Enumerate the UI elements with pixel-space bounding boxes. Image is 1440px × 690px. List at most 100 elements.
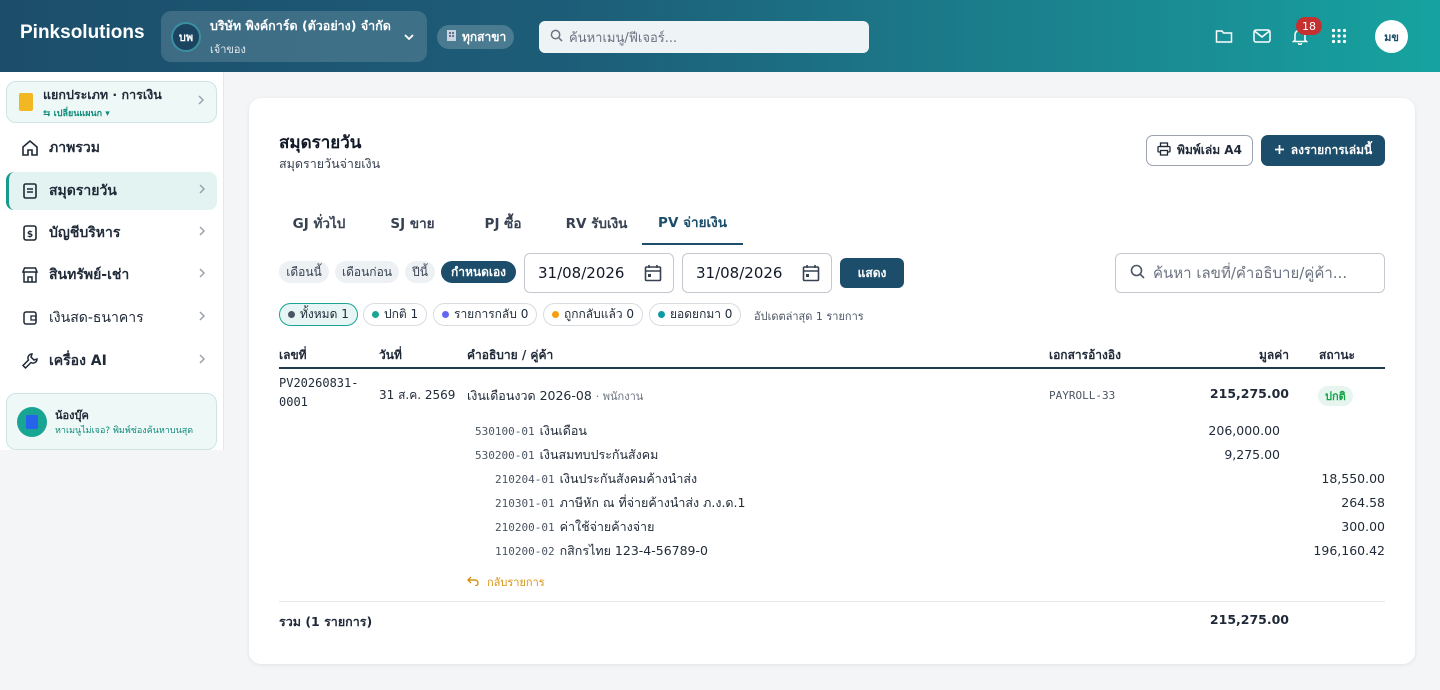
- undo-icon: [467, 576, 479, 589]
- period-chip-this-year[interactable]: ปีนี้: [405, 261, 435, 283]
- period-chip-this-month[interactable]: เดือนนี้: [279, 261, 329, 283]
- revert-label: กลับรายการ: [487, 576, 545, 589]
- row-description: เงินเดือนงวด 2026-08 · พนักงาน: [467, 386, 643, 406]
- department-switcher[interactable]: แยกประเภท · การเงิน ⇆ เปลี่ยนแผนก ▾: [6, 81, 217, 123]
- plus-icon: [1274, 144, 1285, 158]
- sidebar-item-label: สมุดรายวัน: [49, 183, 117, 199]
- apps-grid-icon[interactable]: [1329, 26, 1349, 46]
- company-role: เจ้าของ: [210, 42, 246, 56]
- assistant-helper[interactable]: น้องบุ๊ค หาเมนูไม่เจอ? พิมพ์ช่องค้นหาบนส…: [6, 393, 217, 450]
- print-label: พิมพ์เล่ม A4: [1177, 143, 1242, 157]
- sidebar-item-label: เครื่อง AI: [49, 353, 107, 369]
- date-to-input[interactable]: 31/08/2026: [682, 253, 832, 293]
- mail-icon[interactable]: [1252, 26, 1272, 46]
- col-description[interactable]: คำอธิบาย / คู่ค้า: [467, 346, 553, 365]
- print-a4-button[interactable]: พิมพ์เล่ม A4: [1146, 135, 1253, 166]
- col-status[interactable]: สถานะ: [1319, 346, 1355, 365]
- chevron-right-icon: [197, 95, 205, 108]
- col-amount[interactable]: มูลค่า: [1229, 346, 1289, 365]
- menu-search-placeholder: ค้นหาเมนู/ฟีเจอร์...: [569, 30, 678, 46]
- top-bar: Pinksolutions บพ บริษัท พิงค์การ์ด (ตัวอ…: [0, 0, 1440, 72]
- debit-amount: 9,275.00: [1224, 447, 1280, 462]
- ledger-icon: [19, 93, 33, 111]
- company-switcher[interactable]: บพ บริษัท พิงค์การ์ด (ตัวอย่าง) จำกัด เจ…: [161, 11, 427, 62]
- journal-tabs: GJ ทั่วไป SJ ขาย PJ ซื้อ RV รับเงิน PV จ…: [279, 200, 1385, 245]
- journal-line-credit: 110200-02 กสิกรไทย 123-4-56789-0: [495, 542, 708, 560]
- date-from-value: 31/08/2026: [538, 264, 625, 282]
- date-from-input[interactable]: 31/08/2026: [524, 253, 674, 293]
- col-doc-no[interactable]: เลขที่: [279, 346, 307, 365]
- calendar-icon[interactable]: [644, 264, 662, 286]
- wallet-icon: [20, 308, 40, 328]
- status-badge: ปกติ: [1318, 386, 1353, 406]
- debit-amount: 206,000.00: [1208, 423, 1280, 438]
- status-dot: [658, 311, 665, 318]
- building-icon: [445, 29, 458, 45]
- account-code: 530200-01: [475, 448, 535, 462]
- date-to-value: 31/08/2026: [696, 264, 783, 282]
- sidebar-item-label: ภาพรวม: [49, 140, 100, 156]
- journal-search-placeholder: ค้นหา เลขที่/คำอธิบาย/คู่ค้า...: [1153, 264, 1348, 282]
- branch-selector[interactable]: ทุกสาขา: [437, 25, 515, 49]
- store-icon: [20, 265, 40, 285]
- search-icon: [550, 29, 563, 46]
- total-label: รวม (1 รายการ): [279, 614, 373, 629]
- tab-pv[interactable]: PV จ่ายเงิน: [642, 200, 743, 245]
- sidebar-item-management-accounts[interactable]: $ บัญชีบริหาร: [6, 214, 217, 252]
- journal-line-credit: 210200-01 ค่าใช้จ่ายค้างจ่าย: [495, 518, 654, 536]
- sidebar-item-assets-lease[interactable]: สินทรัพย์-เช่า: [6, 256, 217, 294]
- col-reference[interactable]: เอกสารอ้างอิง: [1049, 346, 1121, 365]
- status-dot: [372, 311, 379, 318]
- status-dot: [552, 311, 559, 318]
- sidebar-item-overview[interactable]: ภาพรวม: [6, 129, 217, 167]
- revert-entry-link[interactable]: กลับรายการ: [467, 573, 545, 591]
- chevron-right-icon: [198, 226, 206, 239]
- filter-all[interactable]: ทั้งหมด 1: [279, 303, 358, 326]
- tab-gj[interactable]: GJ ทั่วไป: [279, 200, 359, 245]
- sidebar-item-journal[interactable]: สมุดรายวัน: [6, 172, 217, 210]
- chevron-right-icon: [198, 354, 206, 367]
- account-code: 210204-01: [495, 472, 555, 486]
- sidebar-item-label: สินทรัพย์-เช่า: [49, 267, 130, 283]
- calendar-icon[interactable]: [802, 264, 820, 286]
- show-button[interactable]: แสดง: [840, 258, 904, 288]
- company-avatar: บพ: [171, 21, 201, 52]
- sidebar-item-cash-bank[interactable]: เงินสด-ธนาคาร: [6, 299, 217, 337]
- account-name: ค่าใช้จ่ายค้างจ่าย: [559, 519, 655, 534]
- folder-icon[interactable]: [1214, 26, 1234, 46]
- status-dot: [442, 311, 449, 318]
- add-entry-button[interactable]: ลงรายการเล่มนี้: [1261, 135, 1385, 166]
- row-party: · พนักงาน: [595, 390, 644, 403]
- department-switch-link[interactable]: ⇆ เปลี่ยนแผนก ▾: [43, 106, 162, 120]
- home-icon: [20, 138, 40, 158]
- credit-amount: 264.58: [1341, 495, 1385, 510]
- tab-rv[interactable]: RV รับเงิน: [554, 200, 639, 245]
- tab-sj[interactable]: SJ ขาย: [369, 200, 456, 245]
- user-avatar[interactable]: มข: [1375, 20, 1408, 53]
- filter-label: ปกติ 1: [384, 307, 419, 321]
- period-chip-custom[interactable]: กำหนดเอง: [441, 261, 516, 283]
- brand-logo[interactable]: Pinksolutions: [20, 22, 145, 44]
- account-code: 110200-02: [495, 544, 555, 558]
- chevron-right-icon: [198, 184, 206, 197]
- filter-brought-forward[interactable]: ยอดยกมา 0: [649, 303, 742, 326]
- filter-normal[interactable]: ปกติ 1: [363, 303, 428, 326]
- assistant-book-icon: [17, 406, 47, 437]
- credit-amount: 18,550.00: [1321, 471, 1385, 486]
- tab-pj[interactable]: PJ ซื้อ: [459, 200, 547, 245]
- book-icon: [20, 181, 40, 201]
- filter-note: อัปเดตล่าสุด 1 รายการ: [754, 310, 864, 323]
- filter-reversal[interactable]: รายการกลับ 0: [433, 303, 538, 326]
- journal-search-input[interactable]: ค้นหา เลขที่/คำอธิบาย/คู่ค้า...: [1115, 253, 1385, 293]
- total-amount: 215,275.00: [1209, 612, 1289, 627]
- notification-badge: 18: [1296, 17, 1322, 35]
- menu-search-input[interactable]: ค้นหาเมนู/ฟีเจอร์...: [539, 21, 869, 53]
- filter-label: ยอดยกมา 0: [670, 307, 733, 321]
- doc-no-line-1[interactable]: PV20260831-: [279, 376, 358, 390]
- col-date[interactable]: วันที่: [379, 346, 402, 365]
- sidebar-item-ai-tools[interactable]: เครื่อง AI: [6, 342, 217, 380]
- filter-reversed[interactable]: ถูกกลับแล้ว 0: [543, 303, 644, 326]
- account-code: 210200-01: [495, 520, 555, 534]
- period-chip-last-month[interactable]: เดือนก่อน: [335, 261, 399, 283]
- doc-no-line-2[interactable]: 0001: [279, 395, 308, 409]
